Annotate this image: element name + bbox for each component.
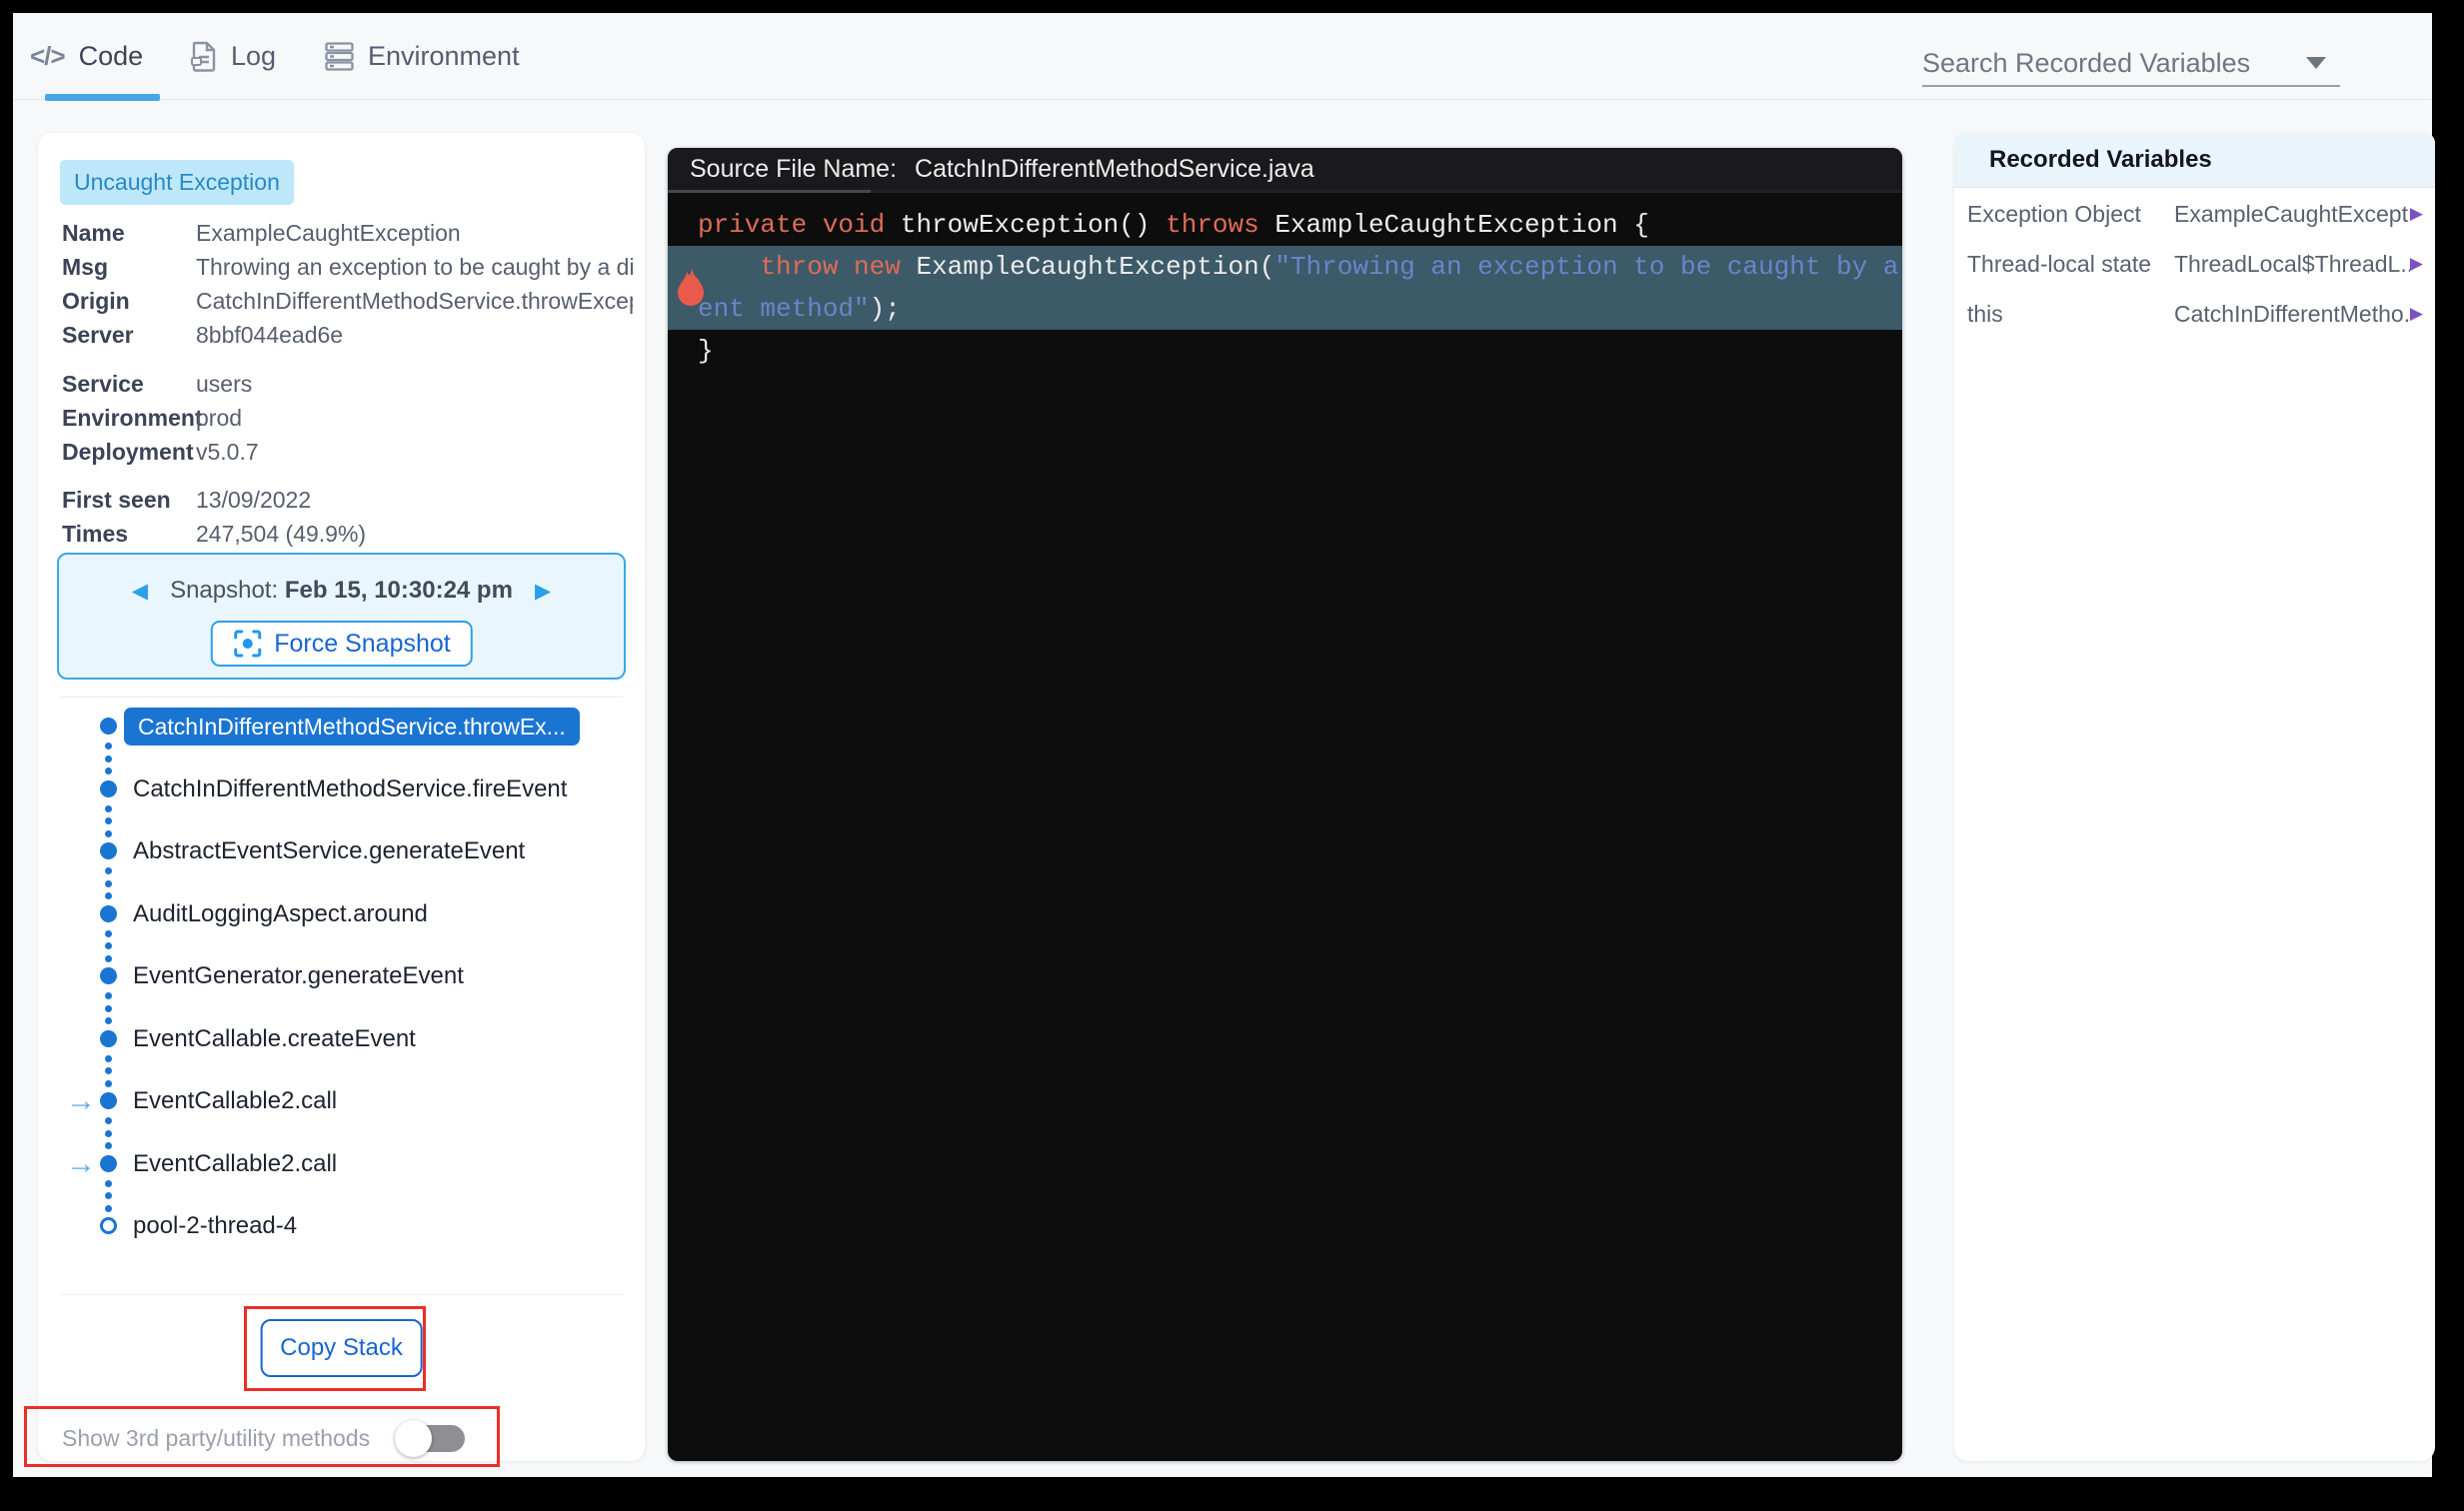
frame-label: AuditLoggingAspect.around — [133, 899, 428, 927]
tab-log[interactable]: Log — [190, 13, 276, 100]
frame-dot-icon — [100, 1154, 117, 1172]
thread-dot-icon — [100, 1217, 117, 1234]
frame-label: pool-2-thread-4 — [133, 1212, 298, 1239]
ellipsis-dot — [105, 1004, 112, 1012]
frame-dot-icon — [100, 779, 117, 797]
selected-frame-label: CatchInDifferentMethodService.throwEx... — [124, 708, 580, 746]
stack-frame[interactable]: AbstractEventService.generateEvent — [38, 831, 645, 871]
expand-variable-icon[interactable]: ▶ — [2410, 304, 2423, 324]
ellipsis-dot — [105, 1192, 112, 1199]
variable-name: Exception Object — [1967, 200, 2141, 227]
frame-dot-icon — [100, 1029, 117, 1047]
tab-bar: </> Code Log Environment Search Recorded Va… — [13, 13, 2432, 101]
stack-frame[interactable]: AuditLoggingAspect.around — [38, 894, 645, 934]
ellipsis-dot — [105, 743, 112, 750]
stack-frame[interactable]: EventGenerator.generateEvent — [38, 956, 645, 996]
search-select-label: Search Recorded Variables — [1922, 47, 2251, 78]
ellipsis-dot — [105, 804, 112, 812]
stack-frame[interactable]: → EventCallable2.call — [38, 1081, 645, 1121]
copy-stack-button[interactable]: Copy Stack — [260, 1319, 423, 1377]
log-icon — [190, 41, 217, 72]
exception-panel: Uncaught Exception Name ExampleCaughtExce… — [38, 133, 645, 1461]
variable-row[interactable]: Exception Object ExampleCaughtExcept... ▶ — [1954, 189, 2435, 239]
source-file-label: Source File Name: — [690, 154, 898, 183]
expand-variable-icon[interactable]: ▶ — [2410, 204, 2423, 224]
third-party-toggle-switch[interactable] — [395, 1420, 465, 1457]
tab-code[interactable]: </> Code — [30, 13, 160, 101]
active-tab-underline — [45, 94, 160, 101]
ellipsis-dot — [105, 992, 112, 999]
source-file-header: Source File Name: CatchInDifferentMethod… — [668, 148, 1902, 190]
variable-value: ThreadLocal$ThreadL... — [2174, 250, 2410, 277]
tab-label: Environment — [368, 41, 520, 71]
ellipsis-dot — [105, 1179, 112, 1187]
frame-label: EventGenerator.generateEvent — [133, 962, 464, 989]
recorded-variables-header: Recorded Variables — [1954, 133, 2435, 188]
code-line: ent method"); — [668, 288, 1902, 330]
frame-label: EventCallable2.call — [133, 1087, 338, 1114]
ellipsis-dot — [105, 817, 112, 824]
variable-name: this — [1967, 300, 2003, 327]
code-line: } — [698, 336, 714, 366]
variable-value: ExampleCaughtExcept... — [2174, 200, 2410, 227]
code-line: throw new ExampleCaughtException("Throwi… — [668, 246, 1902, 288]
current-frame-arrow-icon: → — [66, 1084, 96, 1117]
third-party-toggle-row: Show 3rd party/utility methods — [62, 1412, 622, 1464]
ellipsis-dot — [105, 1054, 112, 1062]
stack-trace-list: CatchInDifferentMethodService.throwEx...… — [38, 133, 645, 1461]
chevron-down-icon — [2306, 57, 2326, 69]
app-window: </> Code Log Environment Search Recorded Va… — [13, 13, 2435, 1477]
expand-variable-icon[interactable]: ▶ — [2410, 254, 2423, 274]
frame-label: EventCallable.createEvent — [133, 1024, 416, 1052]
code-line: private void throwException() throws Exa… — [698, 210, 1649, 240]
code-editor: private void throwException() throws Exa… — [668, 193, 1902, 372]
ellipsis-dot — [105, 942, 112, 949]
frame-label: EventCallable2.call — [133, 1149, 338, 1177]
stack-frame[interactable]: CatchInDifferentMethodService.fireEvent — [38, 769, 645, 809]
frame-dot-icon — [100, 1092, 117, 1109]
frame-dot-icon — [100, 904, 117, 922]
ellipsis-dot — [105, 1129, 112, 1137]
divider — [60, 1294, 623, 1295]
ellipsis-dot — [105, 929, 112, 937]
ellipsis-dot — [105, 879, 112, 887]
frame-label: AbstractEventService.generateEvent — [133, 837, 526, 864]
variable-value: CatchInDifferentMetho... — [2174, 300, 2410, 327]
toggle-knob — [395, 1420, 432, 1457]
variable-row[interactable]: this CatchInDifferentMetho... ▶ — [1954, 289, 2435, 339]
ellipsis-dot — [105, 1117, 112, 1124]
stack-frame[interactable]: → EventCallable2.call — [38, 1144, 645, 1184]
frame-dot-icon — [100, 842, 117, 859]
code-icon: </> — [30, 41, 66, 71]
frame-dot-icon — [100, 718, 117, 735]
search-recorded-variables-select[interactable]: Search Recorded Variables — [1922, 41, 2340, 87]
tab-label: Code — [78, 41, 144, 71]
recorded-variables-panel: Recorded Variables Exception Object Examp… — [1954, 133, 2435, 1461]
stack-frame[interactable]: pool-2-thread-4 — [38, 1206, 645, 1246]
source-file-name: CatchInDifferentMethodService.java — [915, 154, 1314, 183]
ellipsis-dot — [105, 1067, 112, 1074]
exception-flame-icon — [676, 268, 706, 306]
current-frame-arrow-icon: → — [66, 1146, 96, 1180]
ellipsis-dot — [105, 867, 112, 874]
variable-row[interactable]: Thread-local state ThreadLocal$ThreadL...… — [1954, 239, 2435, 289]
tab-label: Log — [231, 41, 277, 71]
frame-label: CatchInDifferentMethodService.fireEvent — [133, 774, 568, 802]
third-party-toggle-label: Show 3rd party/utility methods — [62, 1424, 371, 1451]
stack-frame[interactable]: CatchInDifferentMethodService.throwEx... — [38, 707, 645, 747]
ellipsis-dot — [105, 755, 112, 762]
variable-name: Thread-local state — [1967, 250, 2152, 277]
source-code-panel: Source File Name: CatchInDifferentMethod… — [668, 148, 1902, 1461]
environment-icon — [325, 42, 354, 71]
frame-dot-icon — [100, 967, 117, 984]
tab-environment[interactable]: Environment — [325, 13, 520, 100]
stack-frame[interactable]: EventCallable.createEvent — [38, 1019, 645, 1059]
